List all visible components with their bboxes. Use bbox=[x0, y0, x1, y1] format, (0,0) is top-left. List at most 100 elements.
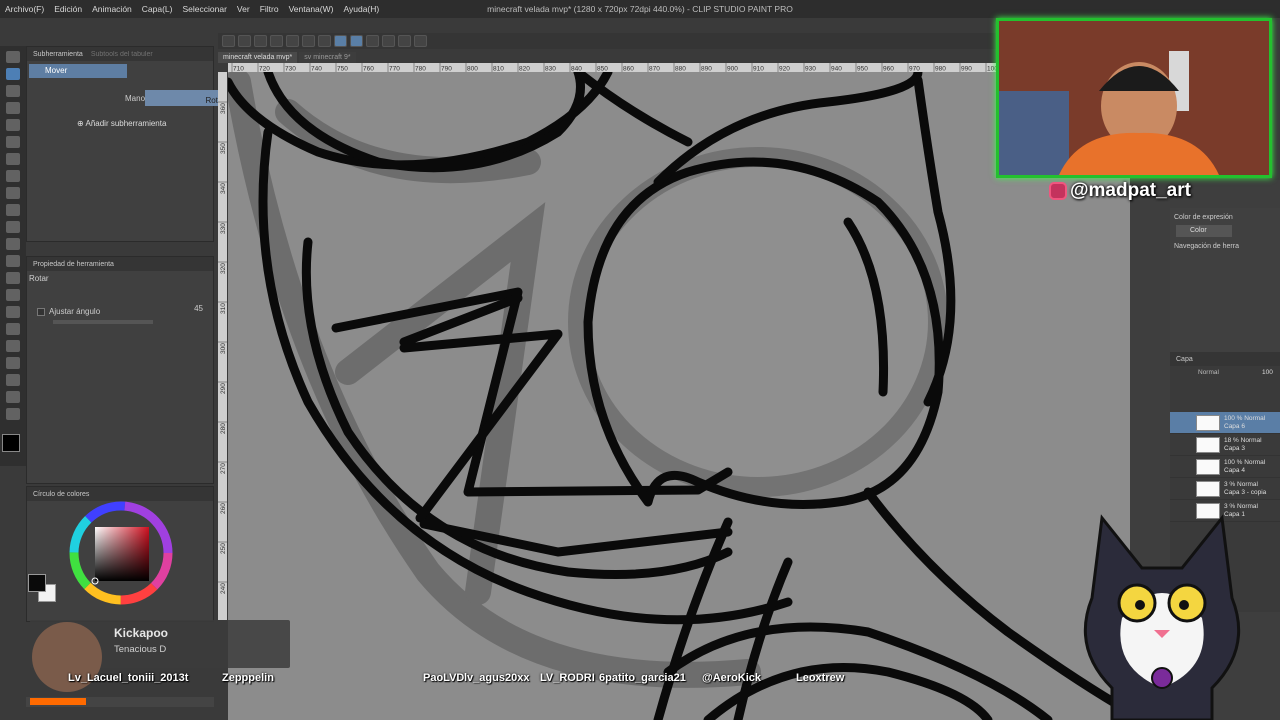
snap-angle-checkbox[interactable] bbox=[37, 307, 45, 316]
chat-names: Lv_Lacuel_toniii_2013t Zepppelin PaoLVD … bbox=[0, 672, 1000, 690]
menu-seleccionar[interactable]: Seleccionar bbox=[178, 4, 232, 14]
angle-slider[interactable] bbox=[53, 320, 153, 324]
pen-tool-icon[interactable] bbox=[6, 170, 20, 182]
layer-thumbnail bbox=[1196, 458, 1220, 475]
eraser-tool-icon[interactable] bbox=[6, 255, 20, 267]
menu-bar: Archivo(F) Edición Animación Capa(L) Sel… bbox=[0, 0, 1280, 18]
snap-angle-label: Ajustar ángulo bbox=[49, 307, 101, 316]
layer-info: 100 % Normal bbox=[1224, 414, 1266, 422]
angle-value[interactable]: 45 bbox=[194, 304, 203, 313]
layer-info: 100 % Normal bbox=[1224, 458, 1266, 466]
figure-tool-icon[interactable] bbox=[6, 323, 20, 335]
layer-name: Capa 3 - copia bbox=[1224, 488, 1267, 496]
frame-tool-icon[interactable] bbox=[6, 340, 20, 352]
menu-animacion[interactable]: Animación bbox=[87, 4, 137, 14]
redo-icon[interactable] bbox=[286, 35, 299, 47]
menu-filtro[interactable]: Filtro bbox=[255, 4, 284, 14]
ruler-tick-label: 350 bbox=[220, 143, 227, 154]
subtool-panel-title[interactable]: Subherramienta bbox=[33, 51, 83, 58]
layer-opacity-value[interactable]: 100 bbox=[1262, 369, 1273, 376]
main-color-chip[interactable] bbox=[28, 574, 46, 592]
airbrush-tool-icon[interactable] bbox=[6, 221, 20, 233]
subtool-mover[interactable]: Mover bbox=[29, 64, 127, 78]
main-color-swatch[interactable] bbox=[2, 434, 20, 452]
snap-grid-icon[interactable] bbox=[350, 35, 363, 47]
ruler-tick-label: 270 bbox=[220, 463, 227, 474]
ruler-tool-icon[interactable] bbox=[6, 357, 20, 369]
preset-rotate[interactable]: Rotar bbox=[145, 90, 227, 106]
color-expression-dropdown[interactable]: Color bbox=[1176, 225, 1232, 237]
webcam-overlay bbox=[996, 18, 1272, 178]
chat-name: @AeroKick bbox=[702, 672, 762, 684]
preset-label: Mano bbox=[125, 93, 146, 103]
tool-property-title: Propiedad de herramienta bbox=[33, 260, 114, 268]
eyedropper-tool-icon[interactable] bbox=[6, 153, 20, 165]
document-tabs: minecraft velada mvp* sv minecraft 9* bbox=[218, 52, 356, 63]
snap-angle-row[interactable]: Ajustar ángulo bbox=[37, 307, 213, 316]
tab-minecraft-velada[interactable]: minecraft velada mvp* bbox=[218, 52, 298, 63]
operation-tool-icon[interactable] bbox=[6, 85, 20, 97]
layer-label: 100 % Normal Capa 6 bbox=[1224, 415, 1265, 431]
menu-archivo[interactable]: Archivo(F) bbox=[0, 4, 49, 14]
snap-special-ruler-icon[interactable] bbox=[366, 35, 379, 47]
menu-ver[interactable]: Ver bbox=[232, 4, 255, 14]
move-layer-tool-icon[interactable] bbox=[6, 102, 20, 114]
layer-row[interactable]: 3 % Normal Capa 3 - copia bbox=[1170, 478, 1280, 500]
move-tool-icon[interactable] bbox=[6, 68, 20, 80]
layer-row[interactable]: 18 % Normal Capa 3 bbox=[1170, 434, 1280, 456]
ruler-left: 360 350 340 330 320 310 300 290 280 270 260 250 240 bbox=[218, 72, 227, 620]
tab-sv-minecraft[interactable]: sv minecraft 9* bbox=[299, 52, 356, 63]
blend-mode-select[interactable]: Normal bbox=[1198, 369, 1219, 376]
subtool-panel-tab2[interactable]: Subtools del tabuler bbox=[91, 51, 153, 58]
menu-edicion[interactable]: Edición bbox=[49, 4, 87, 14]
fill-tool-icon[interactable] bbox=[6, 289, 20, 301]
new-file-icon[interactable] bbox=[222, 35, 235, 47]
snap-ruler-icon[interactable] bbox=[334, 35, 347, 47]
selection-tool-icon[interactable] bbox=[6, 119, 20, 131]
correct-line-tool-icon[interactable] bbox=[6, 408, 20, 420]
rotate-left-icon[interactable] bbox=[382, 35, 395, 47]
undo-icon[interactable] bbox=[270, 35, 283, 47]
pencil-tool-icon[interactable] bbox=[6, 187, 20, 199]
balloon-tool-icon[interactable] bbox=[6, 391, 20, 403]
blend-tool-icon[interactable] bbox=[6, 272, 20, 284]
tool-property-panel: Propiedad de herramienta Rotar Ajustar á… bbox=[26, 256, 214, 484]
menu-ayuda[interactable]: Ayuda(H) bbox=[338, 4, 384, 14]
command-bar bbox=[218, 33, 998, 49]
subtool-preset[interactable]: Mano Rotar bbox=[125, 89, 233, 107]
layer-row[interactable]: 100 % Normal Capa 6 bbox=[1170, 412, 1280, 434]
webcam-feed bbox=[999, 21, 1269, 175]
ruler-top: 710 720 730 740 750 760 770 780 790 800 810 820 830 8… bbox=[228, 63, 998, 72]
drawing-canvas[interactable] bbox=[228, 72, 1130, 720]
decoration-tool-icon[interactable] bbox=[6, 238, 20, 250]
chat-name: Leoxtrew bbox=[796, 672, 845, 684]
menu-capa[interactable]: Capa(L) bbox=[137, 4, 178, 14]
color-wheel-title: Círculo de colores bbox=[33, 490, 90, 498]
auto-select-tool-icon[interactable] bbox=[6, 136, 20, 148]
tool-property-header: Propiedad de herramienta bbox=[27, 257, 213, 271]
layer-label: 3 % Normal Capa 3 - copia bbox=[1224, 481, 1266, 497]
color-wheel[interactable] bbox=[27, 501, 215, 621]
menu-ventana[interactable]: Ventana(W) bbox=[284, 4, 339, 14]
color-wheel-header: Círculo de colores bbox=[27, 487, 213, 501]
clear-icon[interactable] bbox=[302, 35, 315, 47]
gradient-tool-icon[interactable] bbox=[6, 306, 20, 318]
layer-name: Capa 4 bbox=[1224, 466, 1245, 474]
cat-mascot bbox=[1083, 514, 1241, 720]
zoom-tool-icon[interactable] bbox=[6, 51, 20, 63]
brush-tool-icon[interactable] bbox=[6, 204, 20, 216]
layer-label: 18 % Normal Capa 3 bbox=[1224, 437, 1262, 453]
ruler-tick-label: 280 bbox=[220, 423, 227, 434]
flip-icon[interactable] bbox=[398, 35, 411, 47]
fit-icon[interactable] bbox=[414, 35, 427, 47]
layer-row[interactable]: 100 % Normal Capa 4 bbox=[1170, 456, 1280, 478]
save-icon[interactable] bbox=[254, 35, 267, 47]
transform-icon[interactable] bbox=[318, 35, 331, 47]
layer-thumbnail bbox=[1196, 414, 1220, 431]
chat-name: lv_agus20xx bbox=[464, 672, 530, 684]
layer-name: Capa 6 bbox=[1224, 422, 1245, 430]
text-tool-icon[interactable] bbox=[6, 374, 20, 386]
open-file-icon[interactable] bbox=[238, 35, 251, 47]
chat-name: LV_RODRI bbox=[540, 672, 595, 684]
add-subtool-button[interactable]: ⊕ Añadir subherramienta bbox=[77, 119, 166, 128]
